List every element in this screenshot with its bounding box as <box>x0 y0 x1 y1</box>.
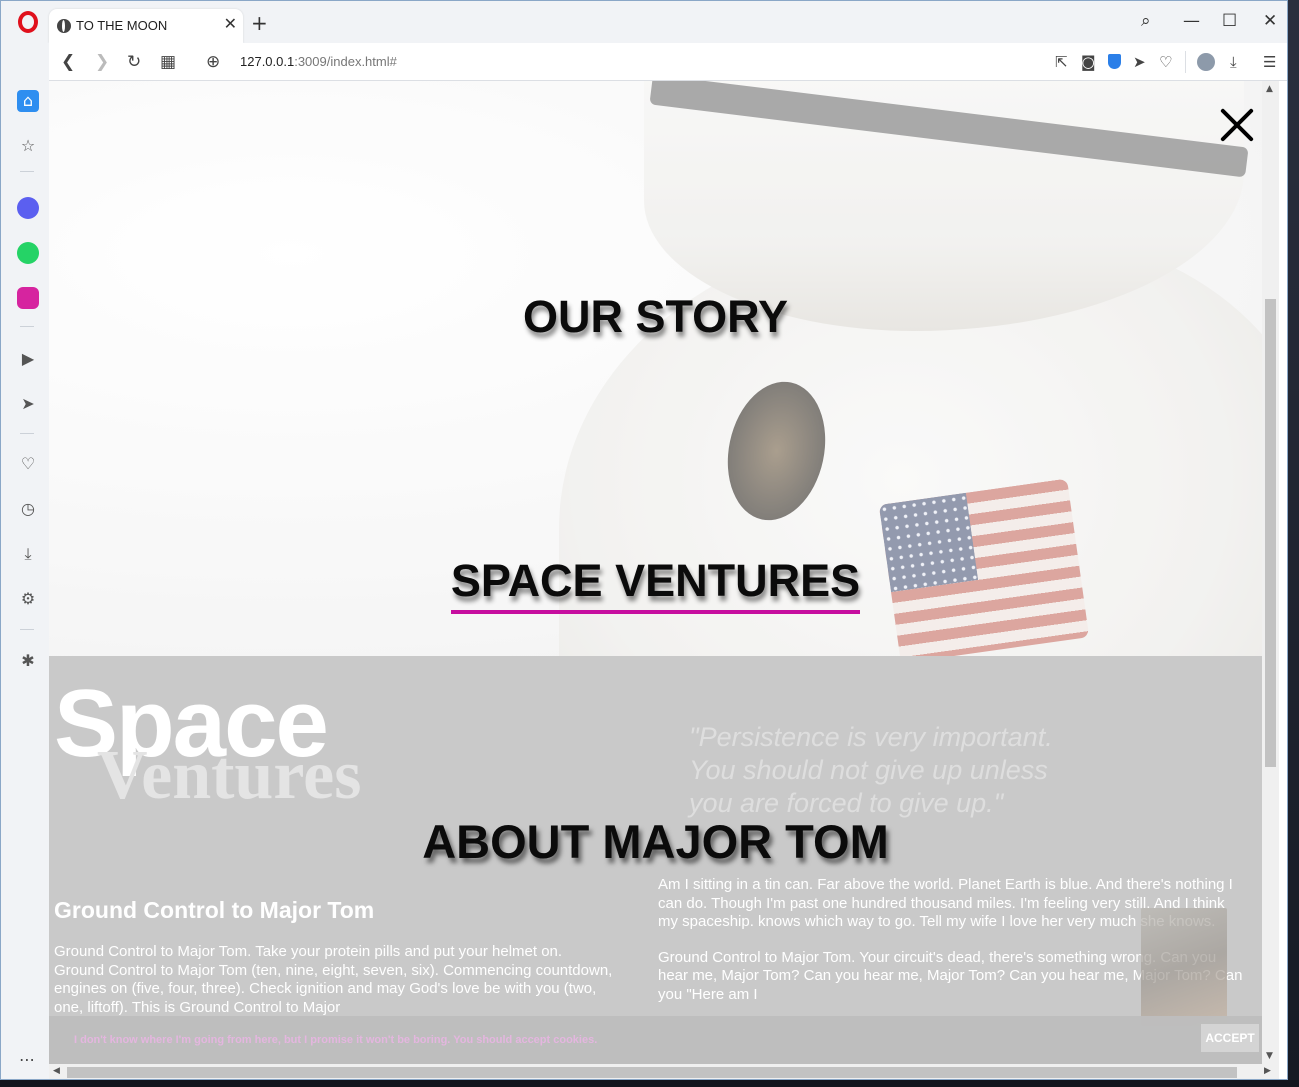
player-icon[interactable]: ▶ <box>17 348 39 370</box>
messenger-icon[interactable] <box>17 197 39 219</box>
tips-bulb-icon[interactable]: ✱ <box>17 650 39 672</box>
about-title: ABOUT MAJOR TOM <box>422 815 889 868</box>
share-icon[interactable]: ⇱ <box>1055 53 1068 71</box>
new-tab-button[interactable]: + <box>251 13 268 33</box>
history-icon[interactable]: ◷ <box>17 498 39 520</box>
nav-our-story[interactable]: OUR STORY <box>49 291 1262 343</box>
vertical-scrollbar[interactable]: ▲ ▼ <box>1262 81 1279 1064</box>
toolbar-divider <box>1185 51 1186 73</box>
cookie-banner: I don't know where I'm going from here, … <box>49 1016 1262 1064</box>
cookie-accept-button[interactable]: ACCEPT <box>1201 1024 1259 1052</box>
download-icon[interactable]: ⤓ <box>1230 53 1237 71</box>
whatsapp-icon[interactable] <box>17 242 39 264</box>
nav-space-ventures-label[interactable]: SPACE VENTURES <box>450 555 861 614</box>
cookie-text: I don't know where I'm going from here, … <box>74 1034 598 1046</box>
opera-logo-icon[interactable] <box>18 11 38 33</box>
sidebar: ⌂ ☆ ▶ ➤ ♡ ◷ ⤓ ⚙ ✱ ⋯ <box>1 43 49 1079</box>
address-bar: ❮ ❯ ↻ ▦ ⊕ 127.0.0.1:3009/index.html# ⇱ ◙… <box>49 43 1287 81</box>
sidebar-more-icon[interactable]: ⋯ <box>19 1050 36 1069</box>
vertical-scroll-thumb[interactable] <box>1265 299 1276 767</box>
send-sidebar-icon[interactable]: ➤ <box>17 393 39 415</box>
back-button[interactable]: ❮ <box>61 52 75 72</box>
sidebar-divider <box>20 629 34 630</box>
forward-button[interactable]: ❯ <box>95 52 109 72</box>
bookmarks-icon[interactable]: ☆ <box>17 135 39 157</box>
left-body: Ground Control to Major Tom. Take your p… <box>54 943 613 1016</box>
scroll-down-arrow-icon[interactable]: ▼ <box>1266 1051 1273 1061</box>
camera-icon[interactable]: ◙ <box>1081 53 1096 71</box>
quote-line: "Persistence is very important. <box>689 722 1053 752</box>
scroll-left-arrow-icon[interactable]: ◀ <box>53 1066 60 1076</box>
url-host: 127.0.0.1 <box>240 54 295 69</box>
easy-setup-icon[interactable]: ☰ <box>1263 53 1276 71</box>
nav-space-ventures[interactable]: SPACE VENTURES <box>49 555 1262 614</box>
sidebar-divider <box>20 171 34 172</box>
downloads-icon[interactable]: ⤓ <box>17 543 39 565</box>
reload-button[interactable]: ↻ <box>127 52 141 72</box>
send-icon[interactable]: ➤ <box>1133 53 1146 71</box>
window-close-button[interactable]: ✕ <box>1263 11 1277 31</box>
logo-ventures: Ventures <box>97 737 362 814</box>
tab-grid-icon[interactable]: ▦ <box>160 52 176 72</box>
portrait-image <box>1141 908 1227 1026</box>
instagram-icon[interactable] <box>17 287 39 309</box>
desktop-background <box>1288 0 1299 1087</box>
minimize-button[interactable]: — <box>1183 11 1200 31</box>
nav-overlay: OUR STORY SPACE VENTURES <box>49 81 1262 656</box>
site-info-icon[interactable]: ⊕ <box>206 52 220 72</box>
quote: "Persistence is very important. You shou… <box>689 721 1129 820</box>
horizontal-scroll-thumb[interactable] <box>67 1067 1237 1078</box>
vpn-shield-icon[interactable] <box>1108 54 1121 69</box>
url-path: :3009/index.html# <box>294 54 397 69</box>
search-tabs-icon[interactable]: ⌕ <box>1141 11 1151 31</box>
tab-title: TO THE MOON <box>76 18 168 33</box>
tab-close-icon[interactable]: ✕ <box>224 14 237 33</box>
tab-to-the-moon[interactable]: TO THE MOON ✕ <box>49 9 243 43</box>
url-field[interactable]: 127.0.0.1:3009/index.html# <box>240 54 397 69</box>
close-menu-icon[interactable] <box>1217 105 1257 145</box>
page-viewport: OUR STORY SPACE VENTURES Space Ventures … <box>49 81 1262 1064</box>
scroll-up-arrow-icon[interactable]: ▲ <box>1266 84 1273 94</box>
settings-icon[interactable]: ⚙ <box>17 588 39 610</box>
quote-line: You should not give up unless <box>689 755 1048 785</box>
scroll-right-arrow-icon[interactable]: ▶ <box>1264 1066 1271 1076</box>
sidebar-divider <box>20 326 34 327</box>
globe-icon <box>57 19 71 33</box>
home-icon[interactable]: ⌂ <box>17 90 39 112</box>
heart-icon[interactable]: ♡ <box>1159 53 1172 71</box>
taskbar-edge <box>0 1080 1299 1087</box>
maximize-button[interactable]: ☐ <box>1222 11 1237 31</box>
horizontal-scrollbar[interactable]: ◀ ▶ <box>49 1064 1279 1079</box>
nav-our-story-label[interactable]: OUR STORY <box>523 291 788 342</box>
favorites-heart-icon[interactable]: ♡ <box>17 453 39 475</box>
sidebar-divider <box>20 433 34 434</box>
about-section: Space Ventures "Persistence is very impo… <box>49 656 1262 1064</box>
browser-window: TO THE MOON ✕ + ⌕ — ☐ ✕ ❮ ❯ ↻ ▦ ⊕ 127.0.… <box>0 0 1288 1080</box>
title-bar: TO THE MOON ✕ + ⌕ — ☐ ✕ <box>1 1 1287 43</box>
left-heading: Ground Control to Major Tom <box>54 897 375 923</box>
profile-avatar-icon[interactable] <box>1197 53 1215 71</box>
